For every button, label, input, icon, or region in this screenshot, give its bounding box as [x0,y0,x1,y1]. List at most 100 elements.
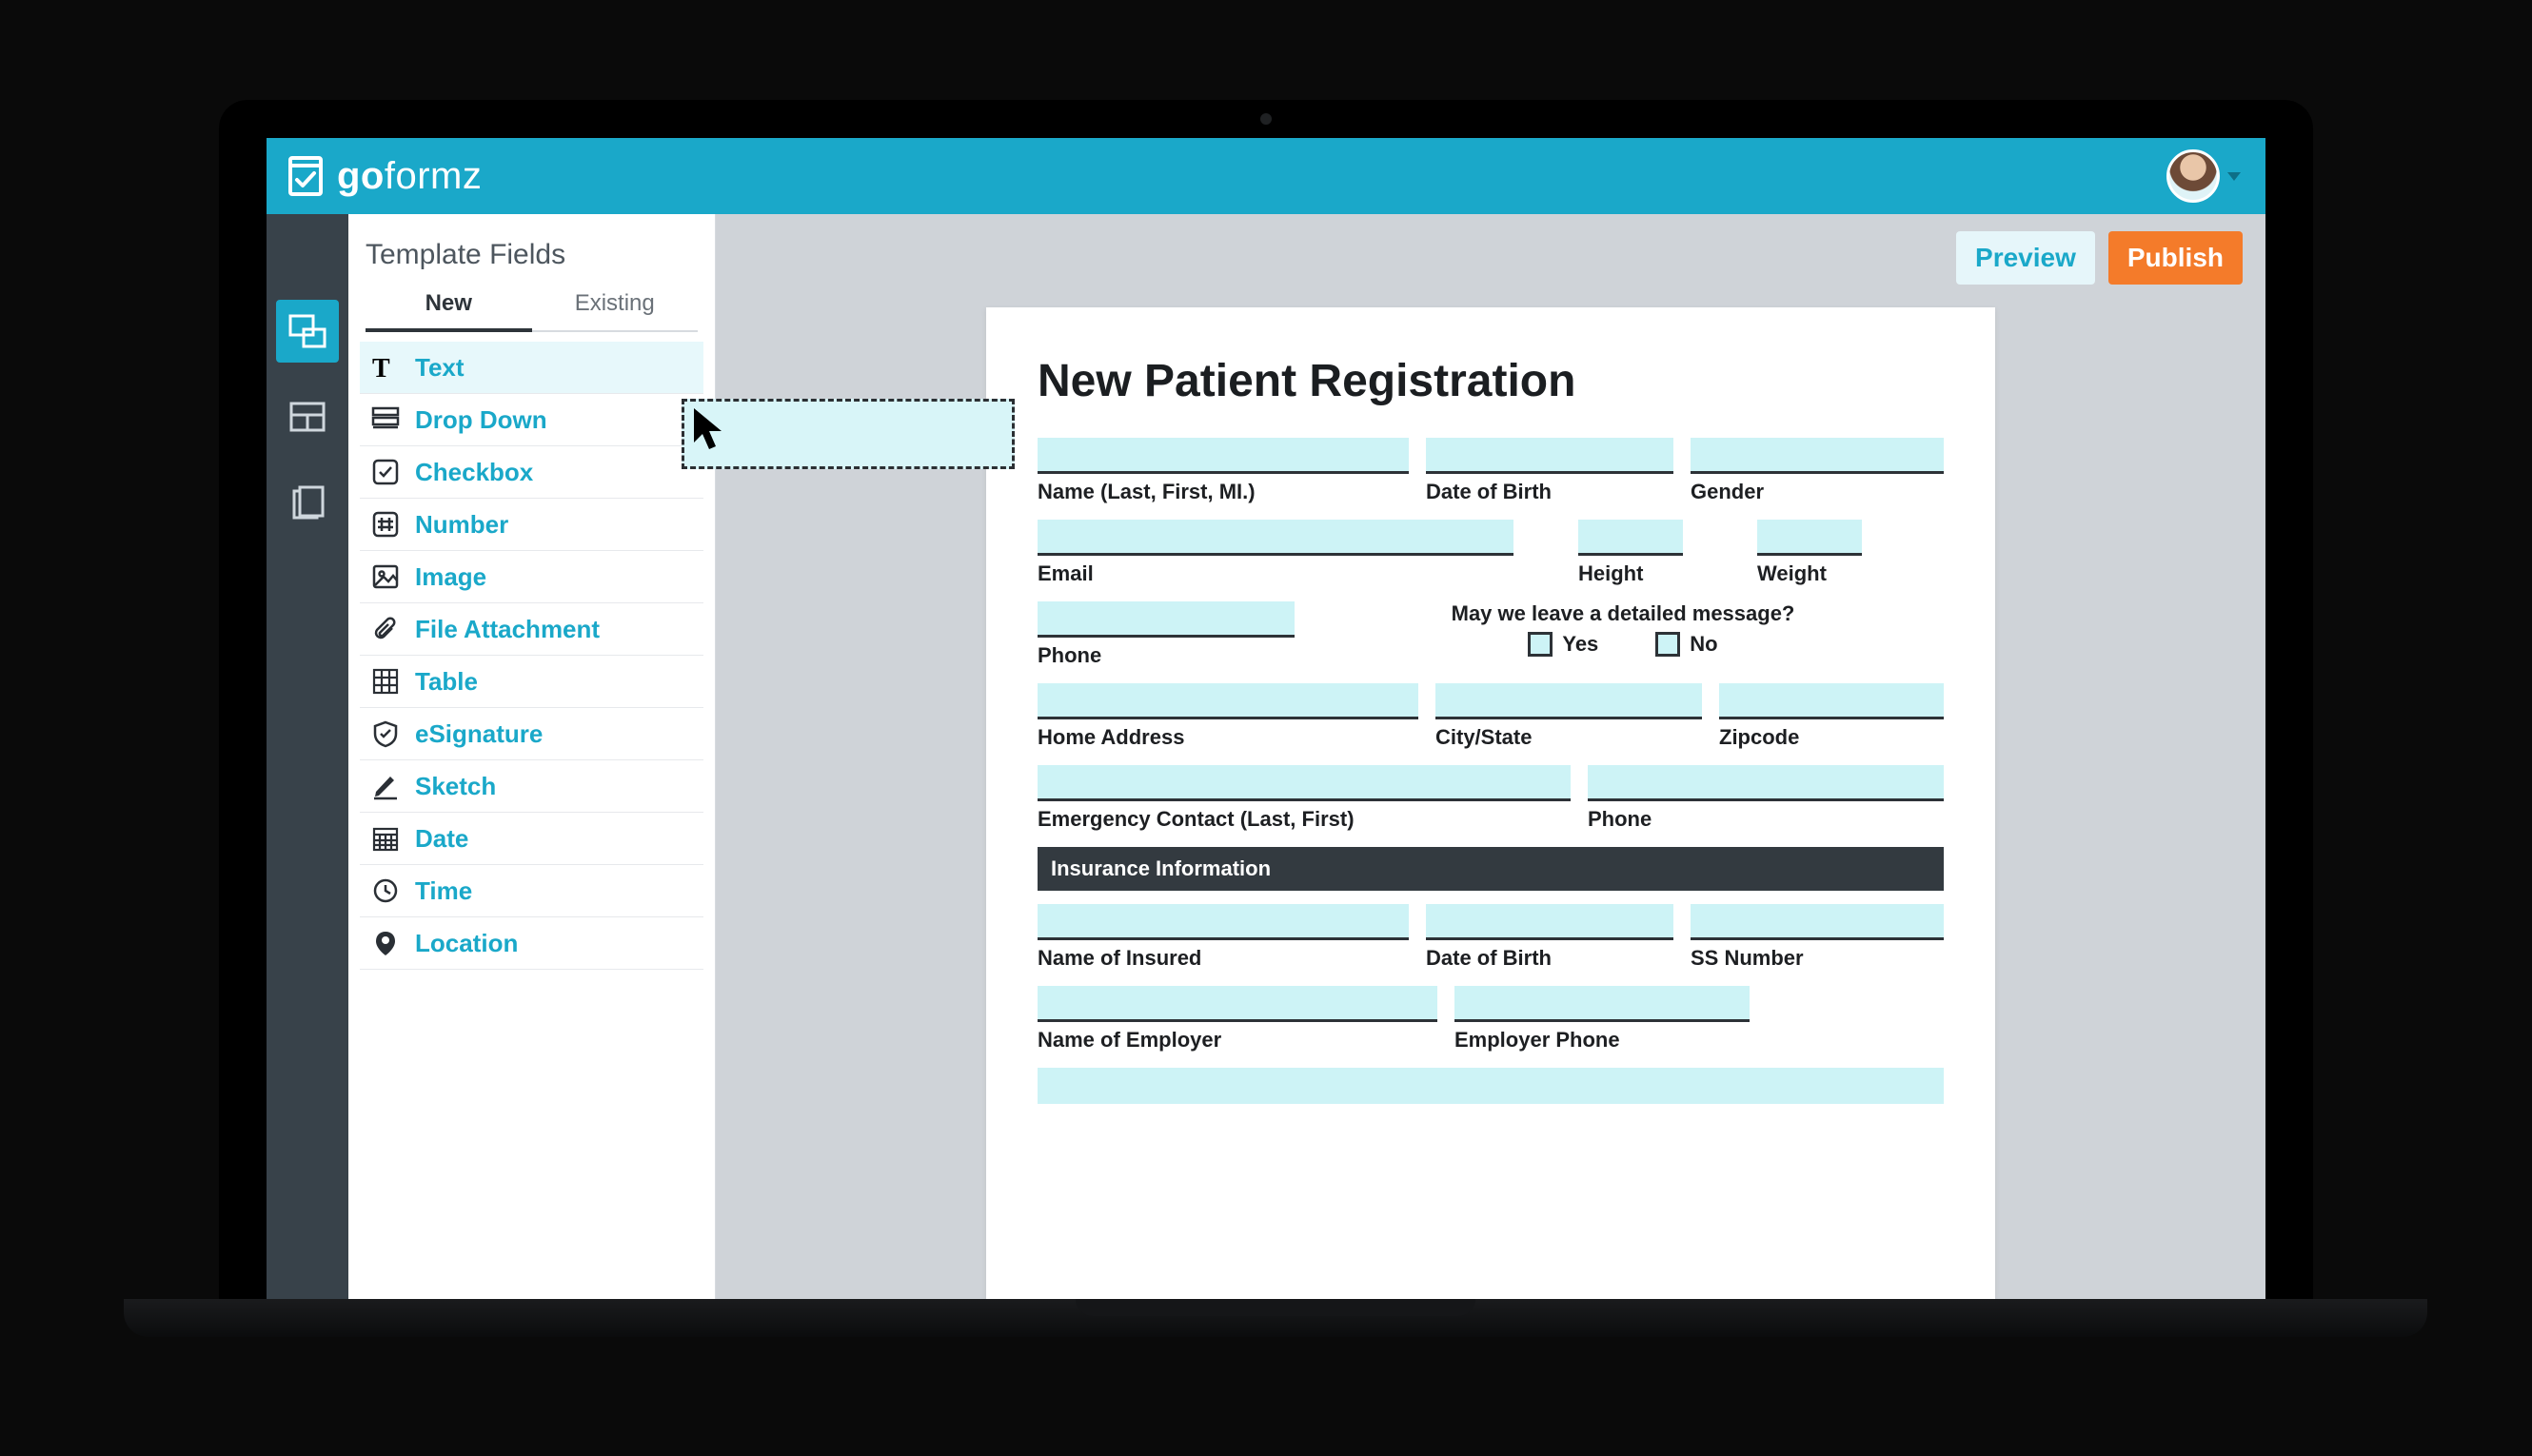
laptop-screen-frame: goformz [219,100,2313,1299]
user-menu[interactable] [2166,149,2241,203]
label-insured-name: Name of Insured [1038,940,1409,971]
checkbox-no[interactable]: No [1655,632,1717,657]
field-time[interactable]: Time [360,865,703,917]
input-weight[interactable] [1757,520,1862,556]
label-employer-phone: Employer Phone [1454,1022,1750,1053]
publish-button[interactable]: Publish [2108,231,2243,285]
drag-ghost [682,399,1015,469]
tab-existing[interactable]: Existing [532,279,699,332]
field-number[interactable]: Number [360,499,703,551]
panel-title: Template Fields [348,214,715,279]
document-title: New Patient Registration [1038,355,1944,407]
form-document[interactable]: New Patient Registration Name (Last, Fir… [986,307,1995,1299]
field-label: Table [415,667,478,697]
calendar-icon [369,822,402,855]
editor-stage: Preview Publish New Patient Registration… [716,214,2265,1299]
label-insured-dob: Date of Birth [1426,940,1673,971]
dropdown-icon [369,403,402,436]
cursor-icon [691,406,729,457]
laptop-camera [1260,113,1272,125]
field-date[interactable]: Date [360,813,703,865]
input-insured-name[interactable] [1038,904,1409,940]
app-screen: goformz [267,138,2265,1299]
image-icon [369,561,402,593]
field-table[interactable]: Table [360,656,703,708]
input-insured-dob[interactable] [1426,904,1673,940]
input-height[interactable] [1578,520,1683,556]
stage-toolbar: Preview Publish [716,214,2265,302]
input-home-address[interactable] [1038,683,1418,719]
field-image[interactable]: Image [360,551,703,603]
field-label: Date [415,824,468,854]
field-label: eSignature [415,719,543,749]
field-dropdown[interactable]: Drop Down [360,394,703,446]
label-gender: Gender [1691,474,1944,504]
input-gender[interactable] [1691,438,1944,474]
brand-logo-icon [284,154,327,198]
brand[interactable]: goformz [284,154,482,198]
laptop-frame: goformz [124,100,2408,1413]
input-emergency-contact[interactable] [1038,765,1571,801]
label-home-address: Home Address [1038,719,1418,750]
field-esignature[interactable]: eSignature [360,708,703,760]
avatar [2166,149,2220,203]
section-insurance: Insurance Information [1038,847,1944,891]
label-email: Email [1038,556,1513,586]
field-location[interactable]: Location [360,917,703,970]
location-pin-icon [369,927,402,959]
label-ssn: SS Number [1691,940,1944,971]
rail-layout[interactable] [276,385,339,448]
field-label: File Attachment [415,615,600,644]
label-yes: Yes [1562,632,1598,657]
label-phone: Phone [1038,638,1295,668]
field-list: T Text Drop Down [348,332,715,979]
checkbox-yes[interactable]: Yes [1528,632,1598,657]
field-label: Checkbox [415,458,533,487]
input-ssn[interactable] [1691,904,1944,940]
label-message-question: May we leave a detailed message? [1312,601,1934,626]
label-no: No [1690,632,1717,657]
field-file-attachment[interactable]: File Attachment [360,603,703,656]
label-emergency-phone: Phone [1588,801,1944,832]
field-label: Number [415,510,508,540]
label-weight: Weight [1757,556,1862,586]
fields-panel: Template Fields New Existing T Text [348,214,716,1299]
input-phone[interactable] [1038,601,1295,638]
input-email[interactable] [1038,520,1513,556]
preview-button[interactable]: Preview [1956,231,2095,285]
input-dob[interactable] [1426,438,1673,474]
text-icon: T [369,351,402,384]
field-text[interactable]: T Text [360,342,703,394]
app-body: Template Fields New Existing T Text [267,214,2265,1299]
number-icon [369,508,402,541]
label-name: Name (Last, First, MI.) [1038,474,1409,504]
input-employer-name[interactable] [1038,986,1437,1022]
rail-pages[interactable] [276,471,339,534]
tab-new[interactable]: New [366,279,532,332]
input-zipcode[interactable] [1719,683,1944,719]
field-checkbox[interactable]: Checkbox [360,446,703,499]
checkbox-icon [369,456,402,488]
pencil-icon [369,770,402,802]
field-sketch[interactable]: Sketch [360,760,703,813]
topbar: goformz [267,138,2265,214]
signature-shield-icon [369,718,402,750]
label-employer-name: Name of Employer [1038,1022,1437,1053]
input-name[interactable] [1038,438,1409,474]
input-emergency-phone[interactable] [1588,765,1944,801]
rail-template-editor[interactable] [276,300,339,363]
input-city-state[interactable] [1435,683,1702,719]
label-emergency-contact: Emergency Contact (Last, First) [1038,801,1571,832]
field-label: Time [415,876,472,906]
brand-wordmark: goformz [337,155,482,198]
laptop-body [124,1299,2427,1337]
input-employer-phone[interactable] [1454,986,1750,1022]
chevron-down-icon [2227,172,2241,181]
field-label: Text [415,353,465,383]
field-label: Image [415,562,486,592]
panel-tabs: New Existing [348,279,715,332]
input-extra[interactable] [1038,1068,1944,1104]
label-height: Height [1578,556,1683,586]
field-label: Location [415,929,518,958]
clock-icon [369,875,402,907]
